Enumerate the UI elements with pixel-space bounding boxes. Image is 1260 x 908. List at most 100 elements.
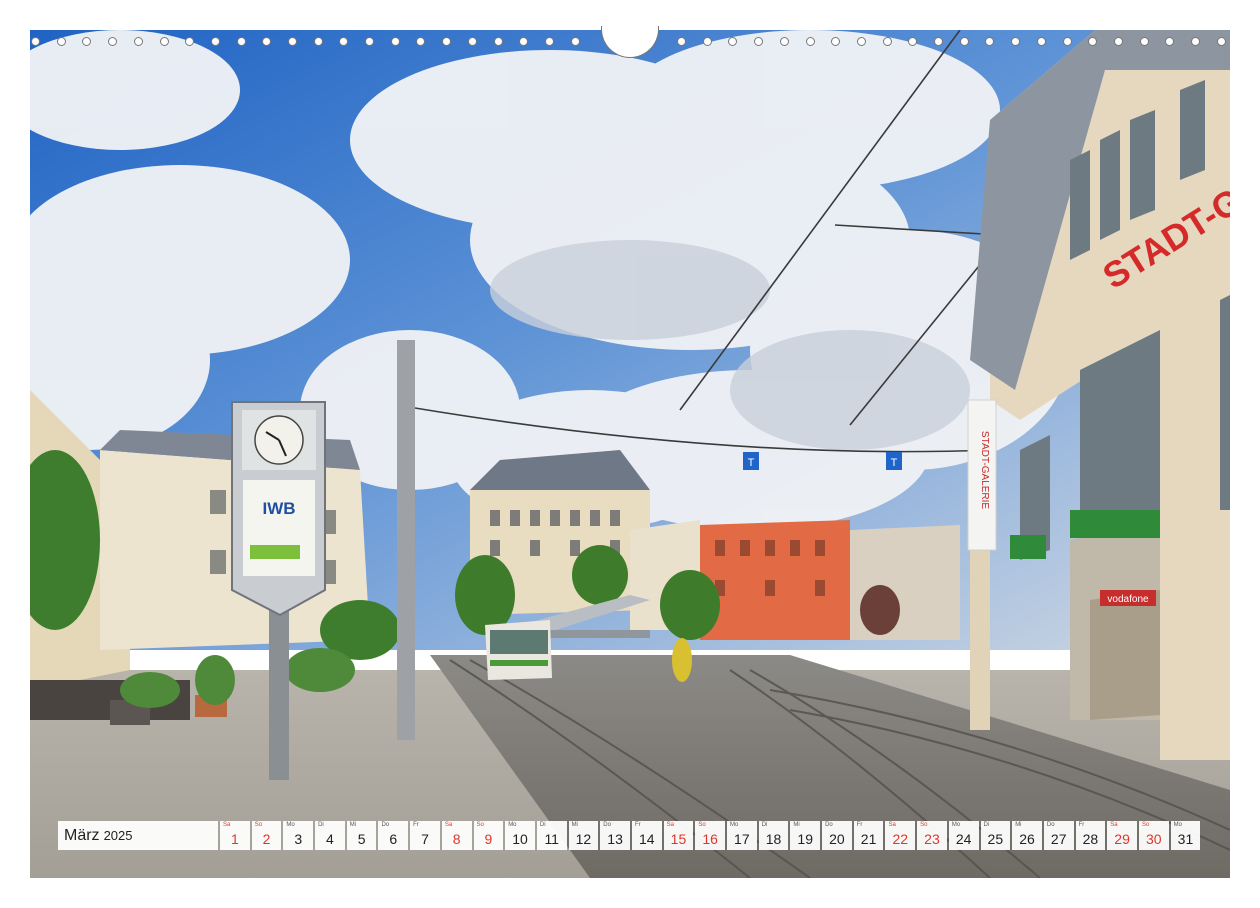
calendar-day: Mo 24	[948, 821, 979, 850]
calendar-day: Mo 31	[1170, 821, 1201, 850]
calendar-day: Mi 19	[790, 821, 821, 850]
weekday-label: Mo	[508, 822, 517, 828]
day-number: 17	[734, 831, 750, 847]
weekday-label: Di	[761, 822, 768, 828]
day-number: 25	[987, 831, 1004, 847]
day-number: 31	[1177, 831, 1194, 847]
day-number: 13	[607, 831, 623, 847]
day-number: 1	[230, 831, 239, 847]
weekday-label: So	[476, 822, 484, 828]
day-number: 14	[638, 831, 655, 847]
day-number: 20	[829, 831, 845, 847]
day-number: 2	[262, 831, 271, 847]
calendar-day: So 30	[1138, 821, 1169, 850]
day-number: 10	[512, 831, 528, 847]
day-number: 29	[1114, 831, 1130, 847]
year: 2025	[103, 828, 133, 843]
calendar-day: Do 20	[822, 821, 852, 850]
day-number: 12	[575, 831, 592, 847]
weekday-label: So	[254, 822, 263, 828]
calendar-day: Fr 28	[1075, 821, 1106, 850]
tram-stop-sign-left: T	[748, 457, 755, 469]
calendar-day: Di 18	[758, 821, 789, 850]
weekday-label: Do	[603, 822, 611, 828]
street-scene: T T IWB vodafone STADT-G STADT-GALERIE	[30, 30, 1230, 878]
calendar-day: So 2	[251, 821, 282, 850]
weekday-label: So	[698, 822, 706, 828]
city-street-photo: T T IWB vodafone STADT-G STADT-GALERIE	[30, 30, 1230, 878]
calendar-day: Do 27	[1043, 821, 1074, 850]
weekday-label: Fr	[413, 822, 419, 828]
calendar-day: Mo 3	[283, 821, 314, 850]
calendar-day: Mo 10	[505, 821, 535, 850]
day-number: 30	[1145, 831, 1162, 847]
calendar-day: Di 25	[980, 821, 1011, 850]
weekday-label: Fr	[634, 822, 641, 828]
day-number: 8	[452, 831, 461, 847]
day-number: 7	[421, 831, 429, 847]
calendar-day: Sa 29	[1107, 821, 1137, 850]
tram-stop-sign-right: T	[891, 457, 898, 469]
weekday-label: Fr	[856, 822, 863, 828]
calendar-page: T T IWB vodafone STADT-G STADT-GALERIE M…	[0, 0, 1260, 908]
calendar-day: So 23	[917, 821, 947, 850]
calendar-title: März 2025	[58, 821, 218, 850]
day-number: 18	[765, 831, 782, 847]
day-number: 27	[1050, 831, 1067, 847]
calendar-day: Do 6	[378, 821, 409, 850]
calendar-day: Fr 14	[631, 821, 662, 850]
day-number: 28	[1082, 831, 1099, 847]
weekday-label: Di	[983, 822, 990, 828]
weekday-label: So	[920, 822, 928, 828]
calendar-day: So 16	[695, 821, 725, 850]
weekday-label: Mi	[793, 822, 800, 828]
weekday-label: Do	[381, 822, 390, 828]
calendar-day: Sa 1	[220, 821, 250, 850]
month-name: März	[64, 826, 100, 844]
day-number: 19	[797, 831, 813, 847]
weekday-label: Sa	[223, 822, 231, 828]
weekday-label: Mi	[1015, 822, 1022, 828]
weekday-label: Sa	[444, 822, 453, 828]
calendar-day: Fr 21	[853, 821, 884, 850]
weekday-label: Fr	[1078, 822, 1085, 828]
weekday-label: Di	[318, 822, 324, 828]
day-number: 4	[326, 831, 334, 847]
calendar-day: So 9	[473, 821, 504, 850]
day-number: 9	[484, 831, 493, 847]
weekday-label: Mi	[571, 822, 578, 828]
shop-sign: vodafone	[1107, 594, 1149, 605]
clock-ad-text: IWB	[262, 499, 295, 518]
weekday-label: Mo	[730, 822, 739, 828]
day-number: 11	[544, 831, 559, 847]
day-number: 3	[294, 831, 303, 847]
calendar-day: Di 4	[315, 821, 345, 850]
day-number: 26	[1019, 831, 1035, 847]
calendar-day: Fr 7	[410, 821, 440, 850]
day-number: 21	[860, 831, 877, 847]
calendar-day: Sa 8	[441, 821, 472, 850]
calendar-day: Mi 26	[1012, 821, 1042, 850]
day-number: 22	[892, 831, 909, 847]
calendar-day: Mi 12	[568, 821, 599, 850]
weekday-label: Mi	[349, 822, 357, 828]
day-number: 15	[670, 831, 687, 847]
weekday-label: Di	[539, 822, 546, 828]
day-number: 23	[924, 831, 940, 847]
day-number: 5	[357, 831, 366, 847]
calendar-day: Sa 15	[663, 821, 694, 850]
weekday-label: Do	[1046, 822, 1055, 828]
weekday-label: Do	[825, 822, 833, 828]
calendar-day: Mo 17	[727, 821, 757, 850]
weekday-label: Sa	[1110, 822, 1118, 828]
weekday-label: Sa	[666, 822, 674, 828]
calendar-day: Di 11	[536, 821, 567, 850]
weekday-label: Mo	[286, 822, 295, 828]
weekday-label: Sa	[888, 822, 896, 828]
store-banner: STADT-GALERIE	[979, 431, 990, 509]
day-number: 6	[389, 831, 398, 847]
day-number: 24	[955, 831, 972, 847]
calendar-day: Do 13	[600, 821, 630, 850]
weekday-label: Mo	[951, 822, 961, 828]
day-number: 16	[702, 831, 718, 847]
